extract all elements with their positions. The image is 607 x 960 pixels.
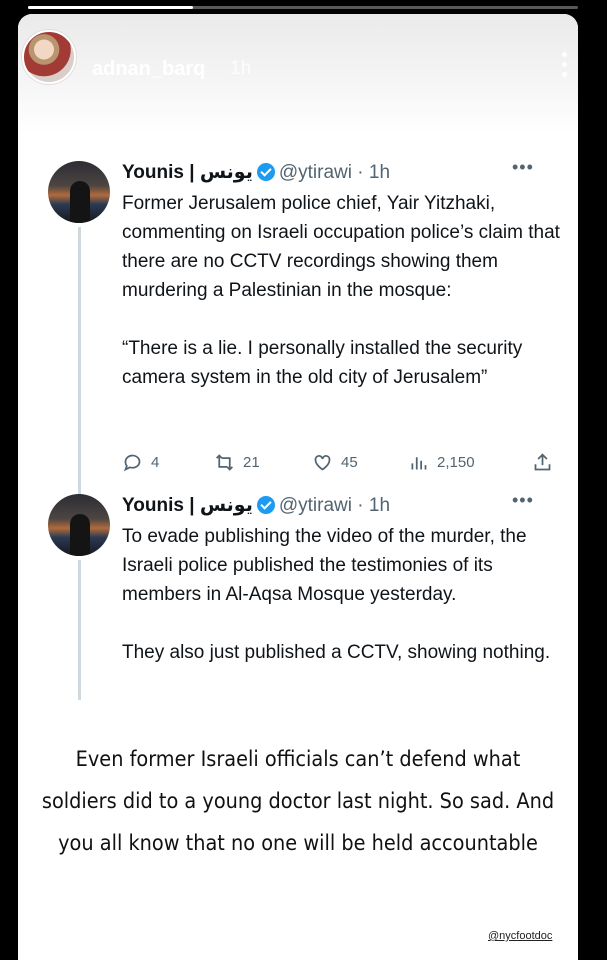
share-icon bbox=[534, 453, 551, 471]
tweet-more-icon[interactable]: ••• bbox=[512, 490, 534, 511]
tweet-time: · 1h bbox=[357, 495, 391, 516]
tweet-text: To evade publishing the video of the mur… bbox=[122, 522, 562, 667]
tweet-paragraph: “There is a lie. I personally installed … bbox=[122, 338, 523, 388]
tweet-author-handle[interactable]: @ytirawi bbox=[279, 495, 352, 516]
retweet-button[interactable]: 21 bbox=[214, 452, 260, 473]
reply-icon bbox=[123, 454, 141, 472]
retweet-count: 21 bbox=[243, 454, 260, 471]
story-progress bbox=[28, 6, 578, 9]
story-caption: Even former Israeli officials can’t defe… bbox=[41, 747, 555, 855]
story-frame[interactable]: adnan_barq 1h Younis | يونس @ytirawi · 1h… bbox=[18, 14, 578, 960]
views-button[interactable]: 2,150 bbox=[408, 452, 475, 473]
thread-line bbox=[78, 560, 81, 700]
like-icon bbox=[314, 455, 331, 471]
tweet-actions: 4 21 45 2,150 bbox=[122, 452, 552, 478]
story-time-ago: 1h bbox=[230, 58, 252, 79]
more-options-icon[interactable] bbox=[561, 52, 569, 80]
verified-badge-icon bbox=[256, 496, 275, 514]
retweet-icon bbox=[216, 454, 233, 471]
tweet-author-name[interactable]: Younis | يونس bbox=[122, 162, 253, 183]
share-button[interactable] bbox=[532, 452, 561, 473]
tweet-more-icon[interactable]: ••• bbox=[512, 157, 534, 178]
tweet-text: Former Jerusalem police chief, Yair Yitz… bbox=[122, 189, 562, 392]
story-author-avatar[interactable] bbox=[22, 30, 76, 84]
tweet-paragraph: Former Jerusalem police chief, Yair Yitz… bbox=[122, 193, 560, 301]
like-count: 45 bbox=[341, 454, 358, 471]
tweet-author-avatar[interactable] bbox=[48, 161, 110, 223]
tweet-header: Younis | يونس @ytirawi · 1h bbox=[122, 494, 390, 517]
tweet-author-handle[interactable]: @ytirawi bbox=[279, 162, 352, 183]
like-button[interactable]: 45 bbox=[312, 452, 358, 473]
story-progress-fill bbox=[28, 6, 193, 9]
verified-badge-icon bbox=[256, 163, 275, 181]
tweet-paragraph: To evade publishing the video of the mur… bbox=[122, 526, 527, 605]
credit-mention[interactable]: @nycfootdoc bbox=[488, 930, 552, 942]
reply-button[interactable]: 4 bbox=[122, 452, 159, 473]
tweet-header: Younis | يونس @ytirawi · 1h bbox=[122, 161, 390, 184]
tweet-author-name[interactable]: Younis | يونس bbox=[122, 495, 253, 516]
thread-line bbox=[78, 227, 81, 500]
tweet-author-avatar[interactable] bbox=[48, 494, 110, 556]
views-icon bbox=[411, 457, 427, 470]
views-count: 2,150 bbox=[437, 454, 475, 471]
story-author-username[interactable]: adnan_barq bbox=[92, 58, 205, 81]
tweet-paragraph: They also just published a CCTV, showing… bbox=[122, 642, 551, 663]
tweet-time: · 1h bbox=[357, 162, 391, 183]
reply-count: 4 bbox=[151, 454, 160, 471]
